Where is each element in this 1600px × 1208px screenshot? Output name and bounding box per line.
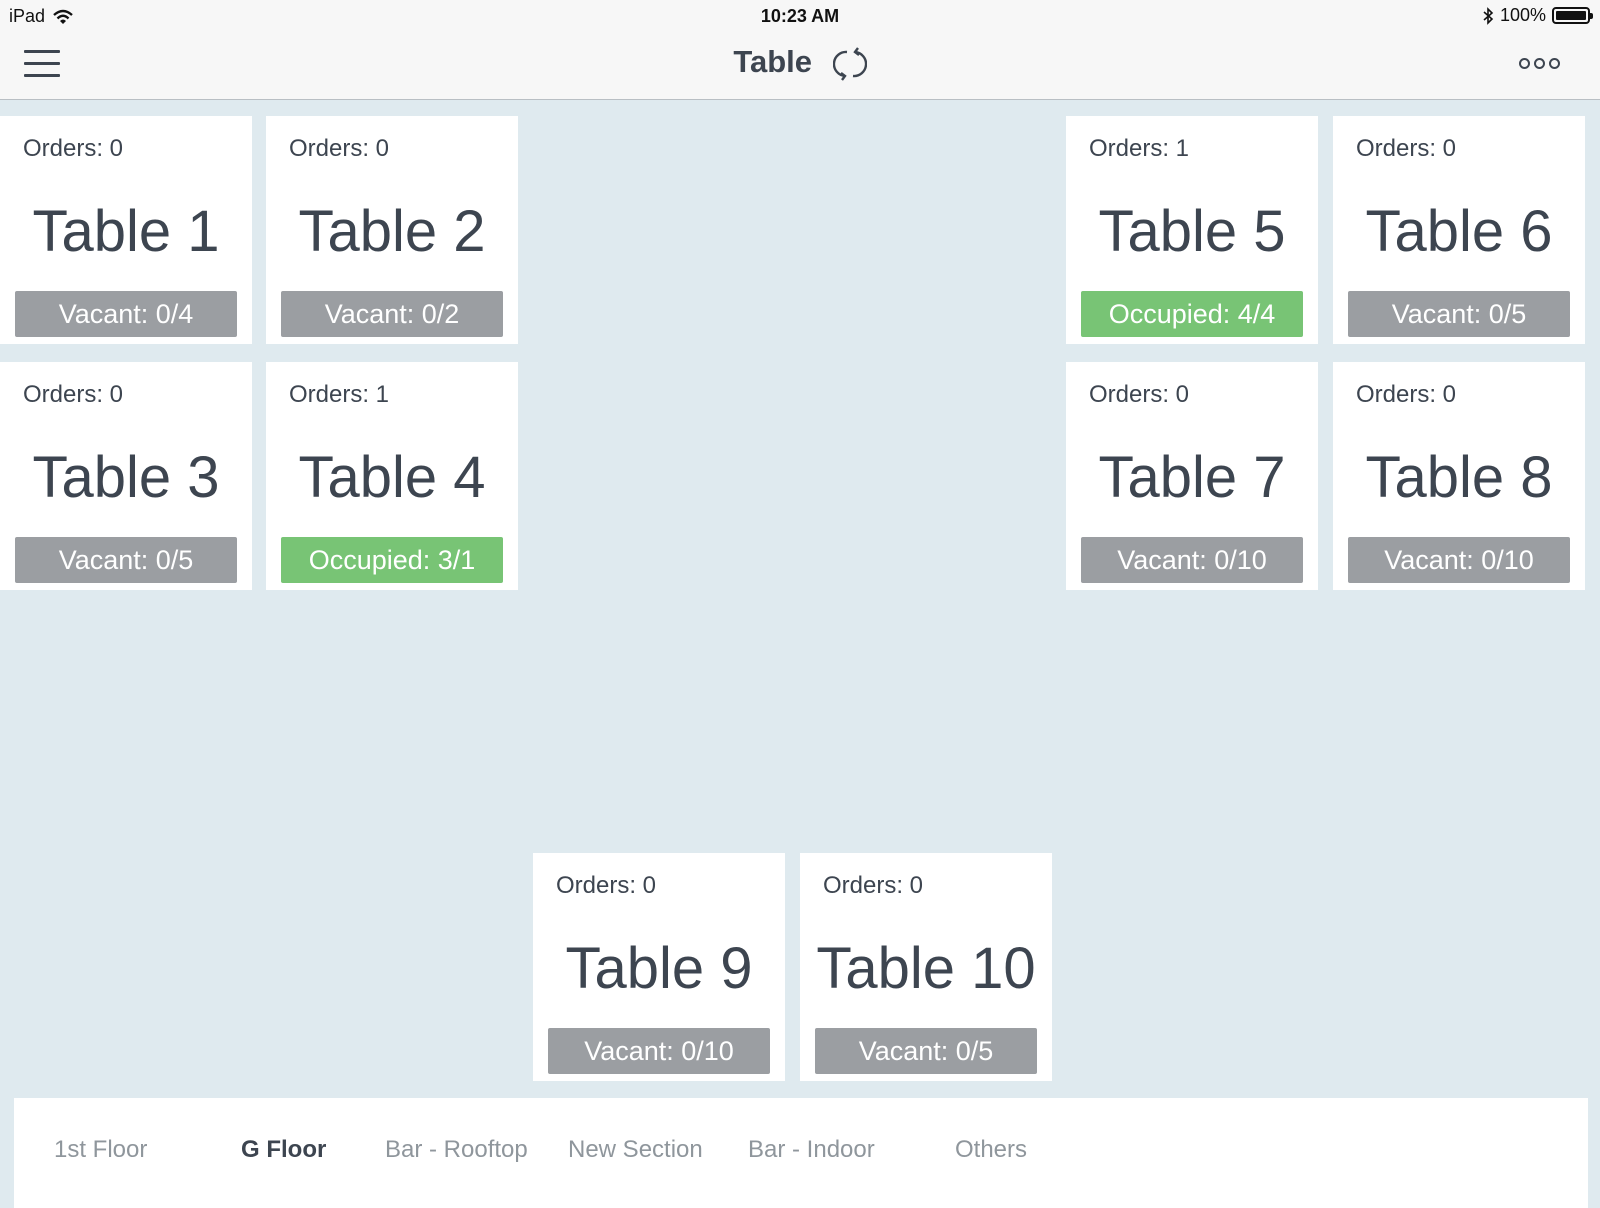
table-card[interactable]: Orders: 0 Table 9 Vacant: 0/10: [533, 853, 785, 1081]
orders-count: Orders: 1: [1089, 135, 1190, 162]
table-name: Table 8: [1365, 445, 1553, 510]
status-bar: iPad 10:23 AM 100%: [0, 0, 1600, 32]
orders-count: Orders: 0: [1356, 381, 1457, 408]
table-name: Table 7: [1098, 445, 1286, 510]
tab-g-floor[interactable]: G Floor: [241, 1136, 326, 1164]
status-right: 100%: [1482, 5, 1593, 26]
more-icon[interactable]: [1519, 58, 1560, 69]
table-card[interactable]: Orders: 0 Table 6 Vacant: 0/5: [1333, 116, 1585, 344]
tab-bar-rooftop[interactable]: Bar - Rooftop: [385, 1136, 528, 1164]
battery-icon: [1552, 7, 1593, 24]
page-title: Table: [0, 44, 1600, 81]
section-tab-bar: 1st Floor G Floor Bar - Rooftop New Sect…: [14, 1098, 1588, 1208]
table-name: Table 3: [32, 445, 220, 510]
bluetooth-icon: [1483, 6, 1494, 25]
status-badge: Vacant: 0/5: [15, 537, 237, 583]
table-name: Table 6: [1365, 199, 1553, 264]
table-name: Table 9: [565, 936, 753, 1001]
table-card[interactable]: Orders: 1 Table 5 Occupied: 4/4: [1066, 116, 1318, 344]
status-badge: Occupied: 3/1: [281, 537, 503, 583]
tab-bar-indoor[interactable]: Bar - Indoor: [748, 1136, 875, 1164]
table-card[interactable]: Orders: 0 Table 10 Vacant: 0/5: [800, 853, 1052, 1081]
table-card[interactable]: Orders: 0 Table 1 Vacant: 0/4: [0, 116, 252, 344]
table-card[interactable]: Orders: 0 Table 8 Vacant: 0/10: [1333, 362, 1585, 590]
table-card[interactable]: Orders: 0 Table 2 Vacant: 0/2: [266, 116, 518, 344]
orders-count: Orders: 1: [289, 381, 390, 408]
tab-new-section[interactable]: New Section: [568, 1136, 703, 1164]
battery-percent: 100%: [1499, 5, 1546, 25]
table-name: Table 5: [1098, 199, 1286, 264]
status-badge: Vacant: 0/10: [1348, 537, 1570, 583]
orders-count: Orders: 0: [23, 135, 124, 162]
status-badge: Vacant: 0/4: [15, 291, 237, 337]
table-card[interactable]: Orders: 0 Table 7 Vacant: 0/10: [1066, 362, 1318, 590]
status-badge: Vacant: 0/5: [815, 1028, 1037, 1074]
table-card[interactable]: Orders: 0 Table 3 Vacant: 0/5: [0, 362, 252, 590]
tab-1st-floor[interactable]: 1st Floor: [54, 1136, 147, 1164]
orders-count: Orders: 0: [289, 135, 390, 162]
nav-bar: Table: [0, 32, 1600, 100]
table-name: Table 2: [298, 199, 486, 264]
status-badge: Vacant: 0/2: [281, 291, 503, 337]
refresh-icon[interactable]: [832, 47, 867, 81]
orders-count: Orders: 0: [823, 872, 924, 899]
tab-others[interactable]: Others: [955, 1136, 1027, 1164]
orders-count: Orders: 0: [556, 872, 657, 899]
orders-count: Orders: 0: [23, 381, 124, 408]
page-title-text: Table: [733, 44, 813, 79]
table-name: Table 10: [816, 936, 1036, 1001]
status-badge: Vacant: 0/10: [548, 1028, 770, 1074]
orders-count: Orders: 0: [1089, 381, 1190, 408]
orders-count: Orders: 0: [1356, 135, 1457, 162]
status-badge: Occupied: 4/4: [1081, 291, 1303, 337]
table-name: Table 1: [32, 199, 220, 264]
status-time: 10:23 AM: [760, 6, 840, 26]
table-name: Table 4: [298, 445, 486, 510]
status-badge: Vacant: 0/10: [1081, 537, 1303, 583]
status-badge: Vacant: 0/5: [1348, 291, 1570, 337]
table-card[interactable]: Orders: 1 Table 4 Occupied: 3/1: [266, 362, 518, 590]
